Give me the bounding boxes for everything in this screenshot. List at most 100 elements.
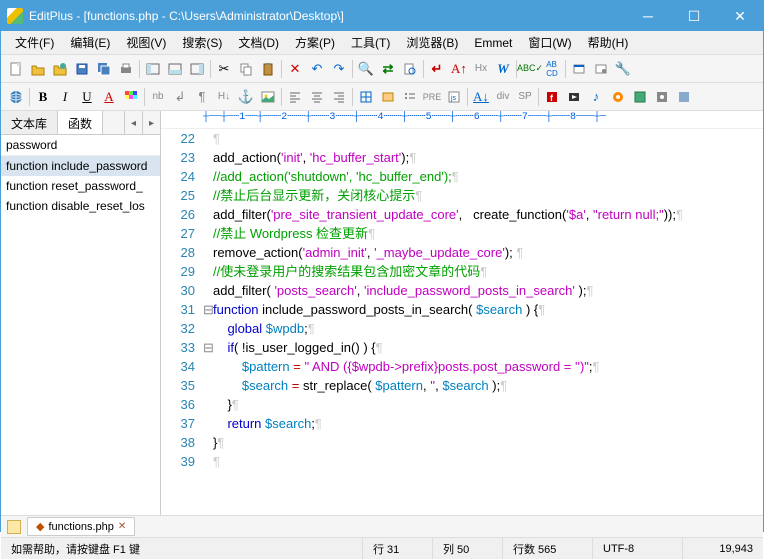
italic-icon[interactable]: I bbox=[54, 86, 76, 108]
find-in-files-icon[interactable] bbox=[399, 58, 421, 80]
settings-icon[interactable] bbox=[568, 58, 590, 80]
menu-item-3[interactable]: 搜索(S) bbox=[174, 31, 230, 54]
function-filter-input[interactable] bbox=[1, 135, 160, 156]
preferences-icon[interactable] bbox=[590, 58, 612, 80]
paragraph-icon[interactable]: ¶ bbox=[191, 86, 213, 108]
font-color-icon[interactable]: A bbox=[98, 86, 120, 108]
list-icon[interactable] bbox=[399, 86, 421, 108]
ruler: ┼┄┄┼┄┄1┄┄┼┄┄┄2┄┄┄┼┄┄┄3┄┄┄┼┄┄┄4┄┄┄┼┄┄┄5┄┄… bbox=[161, 111, 763, 129]
status-size: 19,943 bbox=[683, 538, 763, 559]
open-file-icon[interactable] bbox=[27, 58, 49, 80]
object-applet-icon[interactable] bbox=[607, 86, 629, 108]
undo-icon[interactable]: ↶ bbox=[306, 58, 328, 80]
menu-item-9[interactable]: 窗口(W) bbox=[520, 31, 579, 54]
window-title: EditPlus - [functions.php - C:\Users\Adm… bbox=[29, 9, 625, 23]
sidebar-tab-functions[interactable]: 函数 bbox=[58, 111, 103, 134]
form-icon[interactable] bbox=[377, 86, 399, 108]
modified-indicator-icon: ◆ bbox=[36, 520, 44, 533]
object-video-icon[interactable] bbox=[563, 86, 585, 108]
underline-icon[interactable]: U bbox=[76, 86, 98, 108]
app-icon bbox=[7, 8, 23, 24]
code-lines[interactable]: ¶ add_action('init', 'hc_buffer_start');… bbox=[203, 129, 763, 515]
menu-item-4[interactable]: 文档(D) bbox=[230, 31, 287, 54]
spell-check-icon[interactable]: ABC✓ bbox=[519, 58, 541, 80]
status-encoding: UTF-8 bbox=[593, 538, 683, 559]
sidebar-tab-cliptext[interactable]: 文本库 bbox=[1, 111, 58, 134]
line-gutter: 222324252627282930313233343536373839 bbox=[161, 129, 203, 515]
toggle-panel-icon[interactable] bbox=[142, 58, 164, 80]
status-col: 列 50 bbox=[433, 538, 503, 559]
font-increase-icon[interactable]: A↑ bbox=[448, 58, 470, 80]
browser-icon[interactable] bbox=[5, 86, 27, 108]
menu-item-5[interactable]: 方案(P) bbox=[287, 31, 343, 54]
open-remote-icon[interactable] bbox=[49, 58, 71, 80]
word-wrap-icon[interactable]: ↵ bbox=[426, 58, 448, 80]
tools-icon[interactable]: 🔧 bbox=[612, 58, 634, 80]
image-icon[interactable] bbox=[257, 86, 279, 108]
align-left-icon[interactable] bbox=[284, 86, 306, 108]
heading-icon[interactable]: H↓ bbox=[213, 86, 235, 108]
align-center-icon[interactable] bbox=[306, 86, 328, 108]
new-file-icon[interactable] bbox=[5, 58, 27, 80]
object-misc-icon[interactable] bbox=[673, 86, 695, 108]
function-list: function include_passwordfunction reset_… bbox=[1, 156, 160, 515]
link-icon[interactable]: A↓ bbox=[470, 86, 492, 108]
code-area[interactable]: 222324252627282930313233343536373839 ¶ a… bbox=[161, 129, 763, 515]
object-audio-icon[interactable]: ♪ bbox=[585, 86, 607, 108]
hex-view-icon[interactable]: Hx bbox=[470, 58, 492, 80]
browser-preview-icon[interactable]: W bbox=[492, 58, 514, 80]
menu-item-0[interactable]: 文件(F) bbox=[7, 31, 62, 54]
status-line: 行 31 bbox=[363, 538, 433, 559]
bold-icon[interactable]: B bbox=[32, 86, 54, 108]
toolbar-row-2: B I U A nb ↲ ¶ H↓ ⚓ PRE js A↓ div SP f ♪ bbox=[1, 83, 763, 111]
color-picker-icon[interactable] bbox=[120, 86, 142, 108]
div-icon[interactable]: div bbox=[492, 86, 514, 108]
menu-item-7[interactable]: 浏览器(B) bbox=[398, 31, 466, 54]
function-list-item[interactable]: function include_password bbox=[1, 156, 160, 176]
sidebar-nav-next-icon[interactable]: ▸ bbox=[142, 111, 160, 135]
object-flash-icon[interactable]: f bbox=[541, 86, 563, 108]
minimize-button[interactable]: ─ bbox=[625, 1, 671, 31]
save-all-icon[interactable] bbox=[93, 58, 115, 80]
object-media-icon[interactable] bbox=[651, 86, 673, 108]
find-icon[interactable]: 🔍 bbox=[355, 58, 377, 80]
table-icon[interactable] bbox=[355, 86, 377, 108]
replace-icon[interactable]: ⇄ bbox=[377, 58, 399, 80]
toggle-output-icon[interactable] bbox=[164, 58, 186, 80]
sidebar: 文本库 函数 ◂ ▸ function include_passwordfunc… bbox=[1, 111, 161, 515]
nbsp-icon[interactable]: nb bbox=[147, 86, 169, 108]
menu-item-10[interactable]: 帮助(H) bbox=[580, 31, 637, 54]
main-area: 文本库 函数 ◂ ▸ function include_passwordfunc… bbox=[1, 111, 763, 515]
script-icon[interactable]: js bbox=[443, 86, 465, 108]
document-tab-functions[interactable]: ◆ functions.php ✕ bbox=[27, 517, 135, 536]
toolbar-row-1: ✂ ✕ ↶ ↷ 🔍 ⇄ ↵ A↑ Hx W ABC✓ ABCD 🔧 bbox=[1, 55, 763, 83]
anchor-icon[interactable]: ⚓ bbox=[235, 86, 257, 108]
print-icon[interactable] bbox=[115, 58, 137, 80]
menu-item-1[interactable]: 编辑(E) bbox=[62, 31, 118, 54]
save-icon[interactable] bbox=[71, 58, 93, 80]
menu-item-8[interactable]: Emmet bbox=[466, 33, 520, 53]
char-count-icon[interactable]: ABCD bbox=[541, 58, 563, 80]
new-document-icon[interactable] bbox=[7, 520, 21, 534]
function-list-item[interactable]: function disable_reset_los bbox=[1, 196, 160, 216]
close-tab-icon[interactable]: ✕ bbox=[118, 521, 126, 532]
copy-icon[interactable] bbox=[235, 58, 257, 80]
toggle-cliptext-icon[interactable] bbox=[186, 58, 208, 80]
object-embed-icon[interactable] bbox=[629, 86, 651, 108]
menu-item-6[interactable]: 工具(T) bbox=[343, 31, 398, 54]
document-tab-label: functions.php bbox=[48, 521, 113, 533]
break-icon[interactable]: ↲ bbox=[169, 86, 191, 108]
pre-icon[interactable]: PRE bbox=[421, 86, 443, 108]
function-list-item[interactable]: function reset_password_ bbox=[1, 176, 160, 196]
span-icon[interactable]: SP bbox=[514, 86, 536, 108]
delete-icon[interactable]: ✕ bbox=[284, 58, 306, 80]
paste-icon[interactable] bbox=[257, 58, 279, 80]
status-lines: 行数 565 bbox=[503, 538, 593, 559]
cut-icon[interactable]: ✂ bbox=[213, 58, 235, 80]
maximize-button[interactable]: ☐ bbox=[671, 1, 717, 31]
sidebar-nav-prev-icon[interactable]: ◂ bbox=[124, 111, 142, 135]
close-button[interactable]: ✕ bbox=[717, 1, 763, 31]
align-right-icon[interactable] bbox=[328, 86, 350, 108]
redo-icon[interactable]: ↷ bbox=[328, 58, 350, 80]
menu-item-2[interactable]: 视图(V) bbox=[118, 31, 174, 54]
